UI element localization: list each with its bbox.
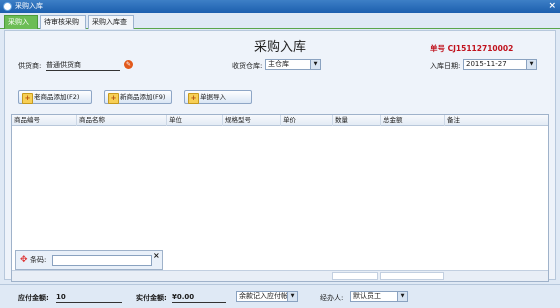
date-picker[interactable]: 2015-11-27 ▼ <box>463 59 537 70</box>
warehouse-value: 主仓库 <box>268 60 289 68</box>
balance-mode-select[interactable]: 余款记入应付帐 ▼ <box>236 291 298 302</box>
handler-value: 默认员工 <box>353 292 381 300</box>
tab-purchase-in[interactable]: 采购入库 <box>4 15 38 39</box>
col-item-name[interactable]: 商品名称 <box>76 115 166 126</box>
payable-label: 应付金额: <box>18 294 49 302</box>
tab-strip: 采购入库 待审核采购单 采购入库查询 <box>0 13 560 39</box>
chevron-down-icon[interactable]: ▼ <box>310 60 320 69</box>
plus-icon: + <box>108 93 119 104</box>
table-header: 商品编号 商品名称 单位 规格型号 单价 数量 总金额 备注 <box>12 115 548 126</box>
app-icon <box>3 2 12 11</box>
col-total[interactable]: 总金额 <box>380 115 444 126</box>
crosshair-icon: ✥ <box>20 255 28 265</box>
warehouse-select[interactable]: 主仓库 ▼ <box>265 59 321 70</box>
window-titlebar: 采购入库 × <box>0 0 560 13</box>
window-title: 采购入库 <box>15 2 43 10</box>
supplier-field[interactable]: 普通供货商 <box>46 61 120 71</box>
qty-sum-cell <box>332 272 378 280</box>
date-label: 入库日期: <box>430 62 461 70</box>
barcode-label: 条码: <box>30 256 47 264</box>
wrench-icon[interactable]: ✎ <box>124 60 133 69</box>
chevron-down-icon[interactable]: ▼ <box>526 60 536 69</box>
add-old-item-button[interactable]: + 老商品添加(F2) <box>18 90 92 104</box>
handler-label: 经办人: <box>320 294 344 302</box>
table-summary-row <box>12 270 548 281</box>
warehouse-label: 收货仓库: <box>232 62 263 70</box>
chevron-down-icon[interactable]: ▼ <box>397 292 407 301</box>
payable-value: 10 <box>56 293 122 303</box>
chevron-down-icon[interactable]: ▼ <box>287 292 297 301</box>
col-qty[interactable]: 数量 <box>332 115 380 126</box>
date-value: 2015-11-27 <box>466 60 507 68</box>
col-remark[interactable]: 备注 <box>444 115 548 126</box>
paid-label: 实付金额: <box>136 294 167 302</box>
import-button[interactable]: + 单据导入 <box>184 90 252 104</box>
col-item-code[interactable]: 商品编号 <box>12 115 76 126</box>
import-label: 单据导入 <box>200 93 226 101</box>
handler-select[interactable]: 默认员工 ▼ <box>350 291 408 302</box>
col-unit[interactable]: 单位 <box>166 115 222 126</box>
close-icon[interactable]: × <box>153 252 160 260</box>
plus-icon: + <box>22 93 33 104</box>
barcode-input[interactable] <box>52 255 152 266</box>
plus-icon: + <box>188 93 199 104</box>
total-sum-cell <box>380 272 444 280</box>
tab-pending-review[interactable]: 待审核采购单 <box>40 15 86 39</box>
close-icon[interactable]: × <box>548 1 556 12</box>
supplier-label: 供货商: <box>18 62 42 70</box>
add-new-item-label: 新商品添加(F9) <box>120 93 166 101</box>
add-old-item-label: 老商品添加(F2) <box>34 93 80 101</box>
col-price[interactable]: 单价 <box>280 115 332 126</box>
order-number: 单号 CJ15112710002 <box>430 44 514 53</box>
barcode-panel: ✥ 条码: × <box>15 250 163 270</box>
footer-bar: 应付金额: 10 实付金额: ¥0.00 余款记入应付帐 ▼ 经办人: 默认员工… <box>0 284 560 308</box>
add-new-item-button[interactable]: + 新商品添加(F9) <box>104 90 172 104</box>
tab-purchase-query[interactable]: 采购入库查询 <box>88 15 134 39</box>
paid-amount-input[interactable]: ¥0.00 <box>172 293 226 303</box>
col-spec[interactable]: 规格型号 <box>222 115 280 126</box>
balance-mode-value: 余款记入应付帐 <box>239 292 288 300</box>
